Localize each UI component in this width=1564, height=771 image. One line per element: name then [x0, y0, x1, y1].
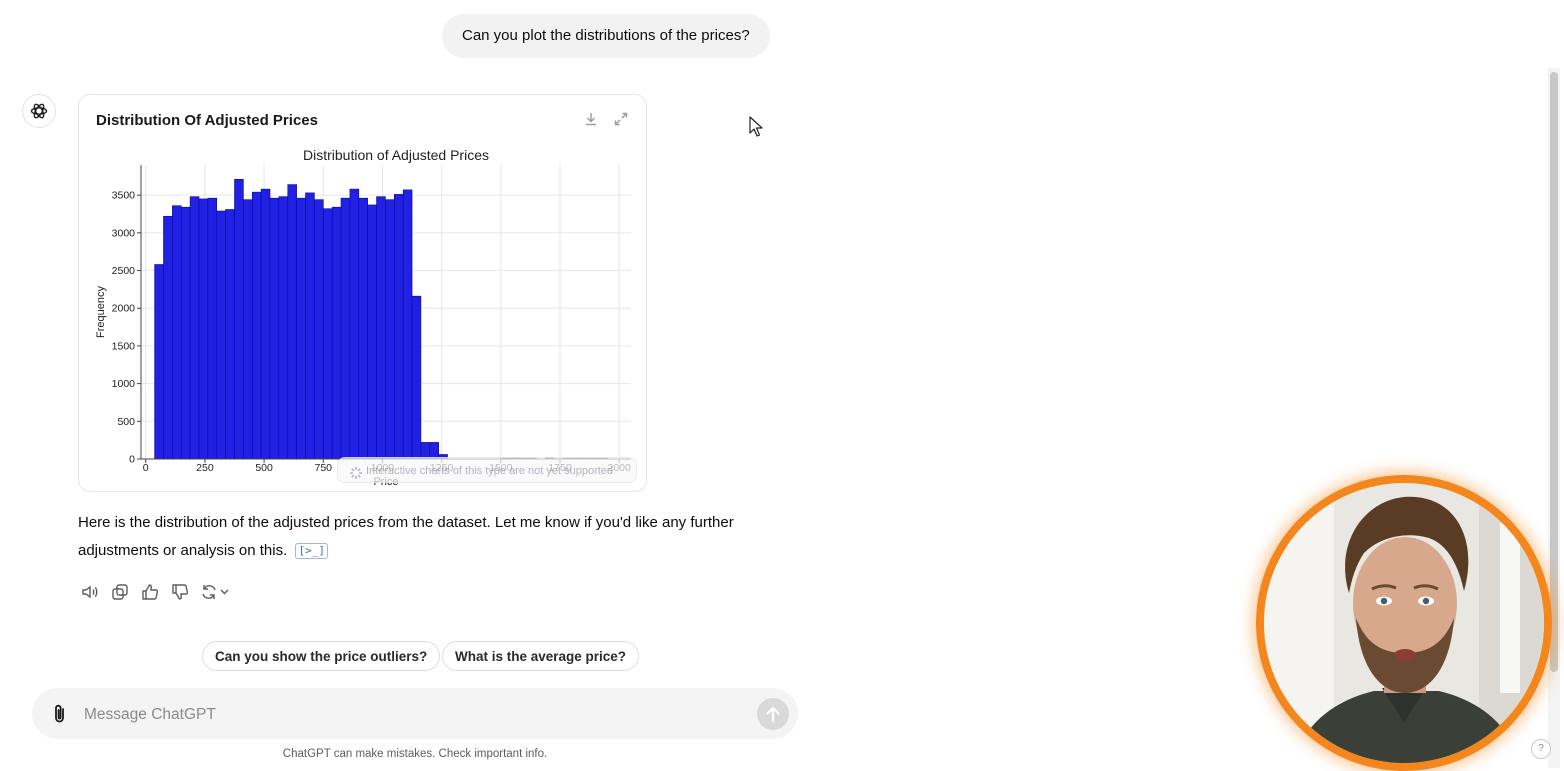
assistant-response: Here is the distribution of the adjusted… [78, 509, 794, 565]
x-tick-label-1: 250 [196, 462, 214, 474]
scrollbar-thumb[interactable] [1550, 72, 1558, 672]
histogram-bar-25 [376, 196, 386, 460]
arrow-up-icon [766, 706, 780, 723]
thumbs-down-icon[interactable] [170, 582, 190, 602]
histogram-bar-28 [402, 189, 413, 460]
histogram-bar-4 [189, 196, 200, 460]
histogram-bar-3 [180, 206, 191, 460]
histogram-bar-1 [163, 215, 173, 460]
histogram-bar-24 [367, 204, 377, 460]
histogram-bar-7 [216, 210, 226, 460]
mouse-cursor-icon [749, 116, 763, 138]
notice-text: Interactive charts of this type are not … [366, 465, 614, 477]
histogram-bar-18 [314, 199, 324, 460]
y-tick-label-7: 3500 [112, 190, 136, 202]
histogram-bar-2 [172, 205, 182, 460]
histogram-bar-9 [234, 179, 244, 460]
download-icon[interactable] [583, 111, 599, 127]
disclaimer-text: ChatGPT can make mistakes. Check importa… [282, 748, 548, 760]
chart-card: 0250500750100012501500175020000500100015… [78, 94, 647, 492]
histogram-bar-17 [305, 192, 315, 460]
histogram-bar-16 [296, 197, 306, 460]
histogram-bar-19 [322, 208, 333, 460]
histogram-bar-29 [411, 295, 422, 460]
y-axis-label: Frequency [95, 286, 107, 338]
histogram-bar-22 [349, 188, 360, 460]
histogram-bar-10 [243, 199, 253, 460]
y-tick-label-2: 1000 [112, 378, 136, 390]
y-tick-label-6: 3000 [112, 227, 136, 239]
histogram-bar-11 [251, 191, 262, 460]
user-message-bubble: Can you plot the distributions of the pr… [442, 14, 770, 58]
read-aloud-icon[interactable] [80, 582, 100, 602]
histogram-chart: 0250500750100012501500175020000500100015… [95, 147, 631, 488]
chatgpt-logo-icon [22, 94, 56, 128]
paperclip-icon[interactable] [50, 703, 70, 725]
histogram-bar-13 [269, 197, 280, 460]
webcam-overlay [1256, 475, 1552, 771]
histogram-bar-27 [393, 194, 404, 460]
histogram-bar-5 [198, 198, 209, 460]
histogram-bar-14 [278, 196, 289, 460]
y-tick-label-0: 0 [129, 454, 135, 466]
help-button[interactable]: ? [1531, 739, 1551, 759]
histogram-bar-0 [154, 264, 164, 460]
histogram-bar-21 [340, 197, 351, 460]
histogram-bar-26 [385, 199, 395, 460]
presenter-video [1264, 483, 1544, 763]
suggestion-price-outliers[interactable]: Can you show the price outliers? [202, 641, 441, 671]
message-composer [32, 688, 798, 739]
view-analysis-button[interactable]: [>_] [295, 543, 328, 559]
histogram-bar-8 [225, 209, 235, 460]
y-tick-label-5: 2500 [112, 265, 136, 277]
x-tick-label-2: 500 [255, 462, 273, 474]
y-tick-label-3: 1500 [112, 340, 136, 352]
unsupported-chart-notice: Interactive charts of this type are not … [337, 457, 637, 483]
histogram-bar-6 [207, 197, 218, 460]
x-tick-label-3: 750 [315, 462, 333, 474]
histogram-bar-12 [260, 188, 271, 460]
chart-title: Distribution of Adjusted Prices [303, 147, 489, 163]
copy-icon[interactable] [110, 582, 130, 602]
loading-spinner-icon [349, 464, 363, 479]
histogram-bar-23 [358, 197, 368, 460]
message-input[interactable] [82, 701, 736, 729]
x-tick-label-0: 0 [143, 462, 149, 474]
regenerate-icon[interactable] [200, 582, 232, 602]
send-button[interactable] [757, 698, 789, 730]
response-text: Here is the distribution of the adjusted… [78, 514, 734, 559]
thumbs-up-icon[interactable] [140, 582, 160, 602]
y-tick-label-1: 500 [117, 416, 135, 428]
histogram-bar-20 [331, 206, 342, 460]
histogram-bar-15 [287, 184, 297, 460]
suggestion-average-price[interactable]: What is the average price? [442, 641, 640, 671]
y-tick-label-4: 2000 [112, 303, 136, 315]
expand-icon[interactable] [613, 111, 629, 127]
chart-card-title: Distribution Of Adjusted Prices [96, 112, 318, 129]
